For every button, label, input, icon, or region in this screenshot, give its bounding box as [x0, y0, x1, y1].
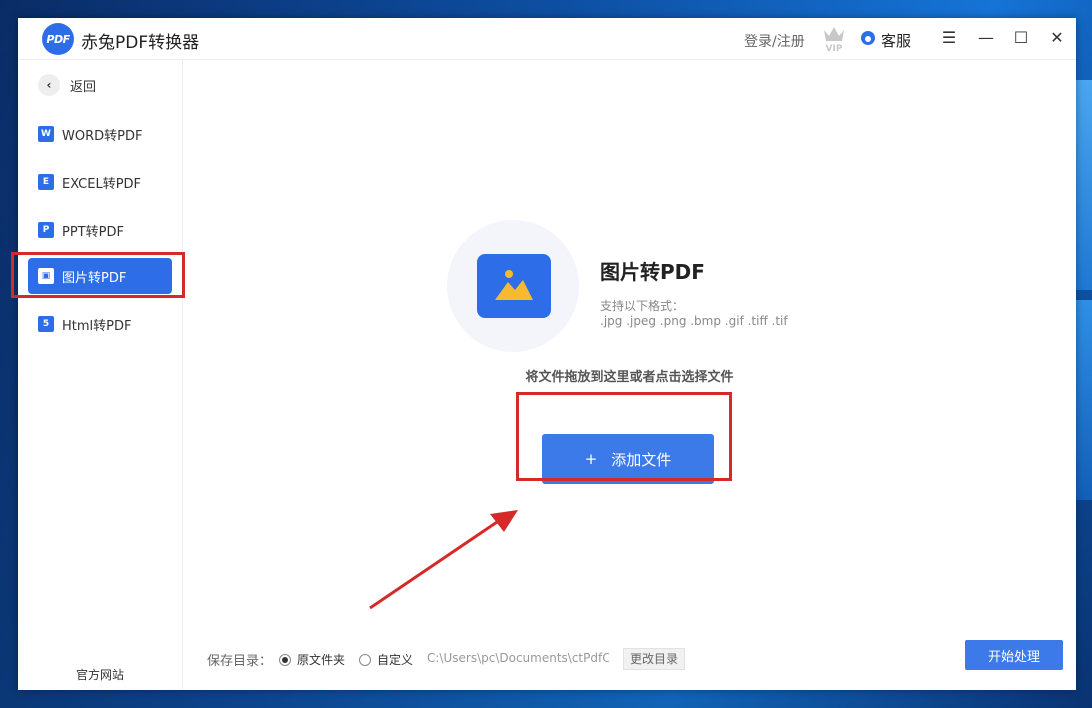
annotation-highlight-add-button [516, 392, 732, 481]
app-logo-icon: PDF [42, 23, 74, 55]
back-button[interactable]: ‹ 返回 [38, 74, 96, 96]
sidebar-item-label: Html转PDF [62, 318, 132, 334]
annotation-arrow-icon [369, 510, 518, 610]
app-title: 赤兔PDF转换器 [81, 33, 200, 53]
desktop-window-pane [1076, 80, 1092, 290]
radio-original-folder[interactable] [279, 654, 291, 666]
radio-custom-label[interactable]: 自定义 [377, 651, 413, 668]
app-window: PDF 赤兔PDF转换器 登录/注册 VIP 客服 ☰ — ☐ ✕ ‹ 返回 W… [18, 18, 1076, 690]
excel-icon: E [38, 174, 54, 190]
chevron-left-icon: ‹ [38, 74, 60, 96]
sidebar-item-html-to-pdf[interactable]: 5 Html转PDF [28, 306, 172, 342]
annotation-highlight-sidebar [11, 252, 185, 298]
desktop-window-pane [1076, 300, 1092, 500]
save-directory-label: 保存目录： [207, 654, 273, 669]
close-button[interactable]: ✕ [1045, 26, 1069, 50]
picture-icon [477, 254, 551, 318]
official-site-link[interactable]: 官方网站 [18, 666, 182, 683]
html5-icon: 5 [38, 316, 54, 332]
word-icon: W [38, 126, 54, 142]
login-register-link[interactable]: 登录/注册 [744, 31, 805, 51]
vip-crown-icon[interactable]: VIP [822, 24, 846, 52]
formats-label: 支持以下格式： [600, 299, 685, 313]
change-directory-button[interactable]: 更改目录 [623, 648, 686, 670]
ppt-icon: P [38, 222, 54, 238]
radio-custom[interactable] [359, 654, 371, 666]
supported-formats: .jpg .jpeg .png .bmp .gif .tiff .tif [600, 314, 788, 328]
menu-icon[interactable]: ☰ [937, 26, 961, 50]
drop-hint: 将文件拖放到这里或者点击选择文件 [525, 370, 734, 385]
sidebar-item-label: EXCEL转PDF [62, 176, 142, 192]
save-path: C:\Users\pc\Documents\ctPdfConverter [427, 651, 609, 665]
sidebar: ‹ 返回 W WORD转PDF E EXCEL转PDF P PPT转PDF ▣ … [18, 60, 183, 690]
sidebar-item-label: WORD转PDF [62, 128, 143, 144]
customer-service-icon[interactable] [861, 31, 875, 45]
start-processing-button[interactable]: 开始处理 [965, 640, 1063, 670]
section-title: 图片转PDF [600, 260, 705, 284]
minimize-button[interactable]: — [974, 26, 998, 50]
back-label: 返回 [70, 79, 97, 95]
radio-original-folder-label[interactable]: 原文件夹 [297, 651, 345, 668]
maximize-button[interactable]: ☐ [1009, 26, 1033, 50]
customer-service-link[interactable]: 客服 [881, 30, 911, 51]
vip-label: VIP [826, 44, 843, 52]
sidebar-item-excel-to-pdf[interactable]: E EXCEL转PDF [28, 164, 172, 200]
main-panel: 图片转PDF 支持以下格式： .jpg .jpeg .png .bmp .gif… [183, 60, 1076, 690]
sidebar-item-label: PPT转PDF [62, 224, 124, 240]
sidebar-item-ppt-to-pdf[interactable]: P PPT转PDF [28, 212, 172, 248]
title-bar: PDF 赤兔PDF转换器 登录/注册 VIP 客服 ☰ — ☐ ✕ [18, 18, 1076, 60]
sidebar-item-word-to-pdf[interactable]: W WORD转PDF [28, 116, 172, 152]
